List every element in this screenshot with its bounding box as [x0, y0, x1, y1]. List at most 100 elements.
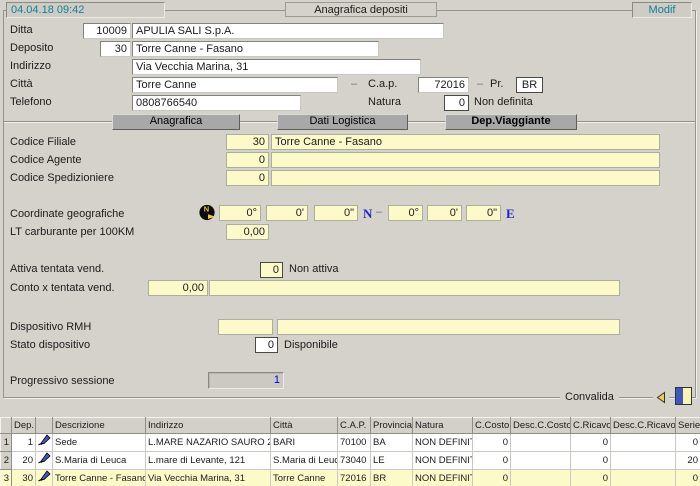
- lon-direction-letter: E: [506, 206, 515, 222]
- natura-label: Natura: [368, 96, 401, 108]
- lat-min-field[interactable]: 0': [266, 205, 308, 221]
- cell-cap[interactable]: 70100: [338, 434, 371, 452]
- col-header-natura: Natura: [413, 418, 473, 434]
- codice-filiale-desc-field[interactable]: Torre Canne - Fasano: [271, 134, 660, 150]
- codice-agente-label: Codice Agente: [10, 154, 82, 166]
- cell-serie[interactable]: 20: [676, 452, 700, 470]
- cell-serie[interactable]: 0: [676, 470, 700, 486]
- cell-natura[interactable]: NON DEFINITA: [413, 434, 473, 452]
- depositi-table: Dep.DescrizioneIndirizzoCittàC.A.P.Provi…: [0, 417, 700, 486]
- lat-deg-field[interactable]: 0°: [219, 205, 261, 221]
- cell-citta[interactable]: Torre Canne: [271, 470, 338, 486]
- page-title: Anagrafica depositi: [285, 2, 437, 17]
- table-row[interactable]: 330 Torre Canne - FasanoVia Vecchia Marin…: [1, 470, 700, 486]
- cell-provincia[interactable]: BR: [371, 470, 413, 486]
- cell-descrizione[interactable]: S.Maria di Leuca: [53, 452, 146, 470]
- cell-dep[interactable]: 20: [12, 452, 36, 470]
- row-edit-icon-cell[interactable]: [36, 470, 53, 486]
- cell-c-costo[interactable]: 0: [473, 452, 511, 470]
- codice-spedizioniere-desc-field[interactable]: [271, 170, 660, 186]
- cell-citta[interactable]: S.Maria di Leuca: [271, 452, 338, 470]
- citta-field[interactable]: Torre Canne: [132, 77, 338, 93]
- codice-agente-desc-field[interactable]: [271, 152, 660, 168]
- pr-field[interactable]: BR: [516, 77, 543, 93]
- tab-anagrafica[interactable]: Anagrafica: [112, 114, 240, 130]
- cell-c-costo[interactable]: 0: [473, 470, 511, 486]
- compass-icon[interactable]: N: [199, 204, 216, 224]
- rmh-desc-field[interactable]: [277, 319, 620, 335]
- cell-c-ricavo[interactable]: 0: [571, 434, 611, 452]
- cell-natura[interactable]: NON DEFINITA: [413, 452, 473, 470]
- conto-label: Conto x tentata vend.: [10, 282, 115, 294]
- progressivo-label: Progressivo sessione: [10, 375, 115, 387]
- deposito-name-field[interactable]: Torre Canne - Fasano: [132, 41, 379, 57]
- col-header-icon: [36, 418, 53, 434]
- conto-value-field[interactable]: 0,00: [148, 280, 208, 296]
- cell-cap[interactable]: 72016: [338, 470, 371, 486]
- deposito-label: Deposito: [10, 42, 53, 54]
- ditta-label: Ditta: [10, 24, 33, 36]
- col-header-dep: Dep.: [12, 418, 36, 434]
- table-row[interactable]: 11SedeL.MARE NAZARIO SAURO 211BARI70100B…: [1, 434, 700, 452]
- attiva-label: Attiva tentata vend.: [10, 263, 104, 275]
- lon-deg-field[interactable]: 0°: [388, 205, 423, 221]
- triangle-left-icon[interactable]: [653, 389, 669, 405]
- row-edit-icon-cell[interactable]: [36, 434, 53, 452]
- cell-desc-c-costo[interactable]: [511, 434, 571, 452]
- cell-c-costo[interactable]: 0: [473, 434, 511, 452]
- col-header-c-ricavo: C.Ricavo: [571, 418, 611, 434]
- carburante-label: LT carburante per 100KM: [10, 226, 134, 238]
- flag-toggle-icon[interactable]: [675, 387, 692, 405]
- carburante-field[interactable]: 0,00: [226, 224, 269, 240]
- cell-desc-c-costo[interactable]: [511, 452, 571, 470]
- col-header-c-costo: C.Costo: [473, 418, 511, 434]
- rmh-code-field[interactable]: [218, 319, 273, 335]
- cell-serie[interactable]: 0: [676, 434, 700, 452]
- cell-desc-c-ricavo[interactable]: [611, 452, 676, 470]
- codice-agente-field[interactable]: 0: [226, 152, 269, 168]
- row-edit-icon-cell[interactable]: [36, 452, 53, 470]
- codice-spedizioniere-field[interactable]: 0: [226, 170, 269, 186]
- stato-dispositivo-label: Stato dispositivo: [10, 339, 90, 351]
- stato-dispositivo-field[interactable]: 0: [255, 337, 278, 353]
- cell-descrizione[interactable]: Torre Canne - Fasano: [53, 470, 146, 486]
- pen-edit-icon: [38, 470, 51, 482]
- attiva-field[interactable]: 0: [260, 262, 283, 278]
- cell-indirizzo[interactable]: L.mare di Levante, 121: [146, 452, 271, 470]
- lon-min-field[interactable]: 0': [427, 205, 462, 221]
- lon-sec-field[interactable]: 0": [466, 205, 501, 221]
- tab-dep-viaggiante[interactable]: Dep.Viaggiante: [445, 114, 577, 130]
- ditta-code-field[interactable]: 10009: [83, 23, 131, 39]
- telefono-field[interactable]: 0808766540: [132, 95, 301, 111]
- cell-dep[interactable]: 1: [12, 434, 36, 452]
- cell-c-ricavo[interactable]: 0: [571, 470, 611, 486]
- cell-provincia[interactable]: LE: [371, 452, 413, 470]
- deposito-code-field[interactable]: 30: [100, 41, 131, 57]
- conto-desc-field[interactable]: [209, 280, 620, 296]
- table-row[interactable]: 220S.Maria di LeucaL.mare di Levante, 12…: [1, 452, 700, 470]
- tab-dati-logistica[interactable]: Dati Logistica: [277, 114, 408, 130]
- cell-desc-c-ricavo[interactable]: [611, 470, 676, 486]
- mode-badge: Modif: [632, 2, 692, 18]
- codice-filiale-label: Codice Filiale: [10, 136, 76, 148]
- cell-citta[interactable]: BARI: [271, 434, 338, 452]
- separator-dash: –: [351, 78, 357, 90]
- cell-desc-c-costo[interactable]: [511, 470, 571, 486]
- indirizzo-field[interactable]: Via Vecchia Marina, 31: [132, 59, 421, 75]
- cell-rownum: 3: [1, 470, 12, 486]
- cell-indirizzo[interactable]: L.MARE NAZARIO SAURO 211: [146, 434, 271, 452]
- cell-cap[interactable]: 73040: [338, 452, 371, 470]
- cap-field[interactable]: 72016: [418, 77, 469, 93]
- cell-indirizzo[interactable]: Via Vecchia Marina, 31: [146, 470, 271, 486]
- separator-dash: –: [376, 206, 382, 218]
- cell-desc-c-ricavo[interactable]: [611, 434, 676, 452]
- natura-code-field[interactable]: 0: [444, 95, 469, 111]
- cell-c-ricavo[interactable]: 0: [571, 452, 611, 470]
- lat-sec-field[interactable]: 0": [314, 205, 358, 221]
- codice-filiale-field[interactable]: 30: [226, 134, 269, 150]
- cell-natura[interactable]: NON DEFINITA: [413, 470, 473, 486]
- cell-descrizione[interactable]: Sede: [53, 434, 146, 452]
- ditta-name-field[interactable]: APULIA SALI S.p.A.: [132, 23, 444, 39]
- cell-provincia[interactable]: BA: [371, 434, 413, 452]
- cell-dep[interactable]: 30: [12, 470, 36, 486]
